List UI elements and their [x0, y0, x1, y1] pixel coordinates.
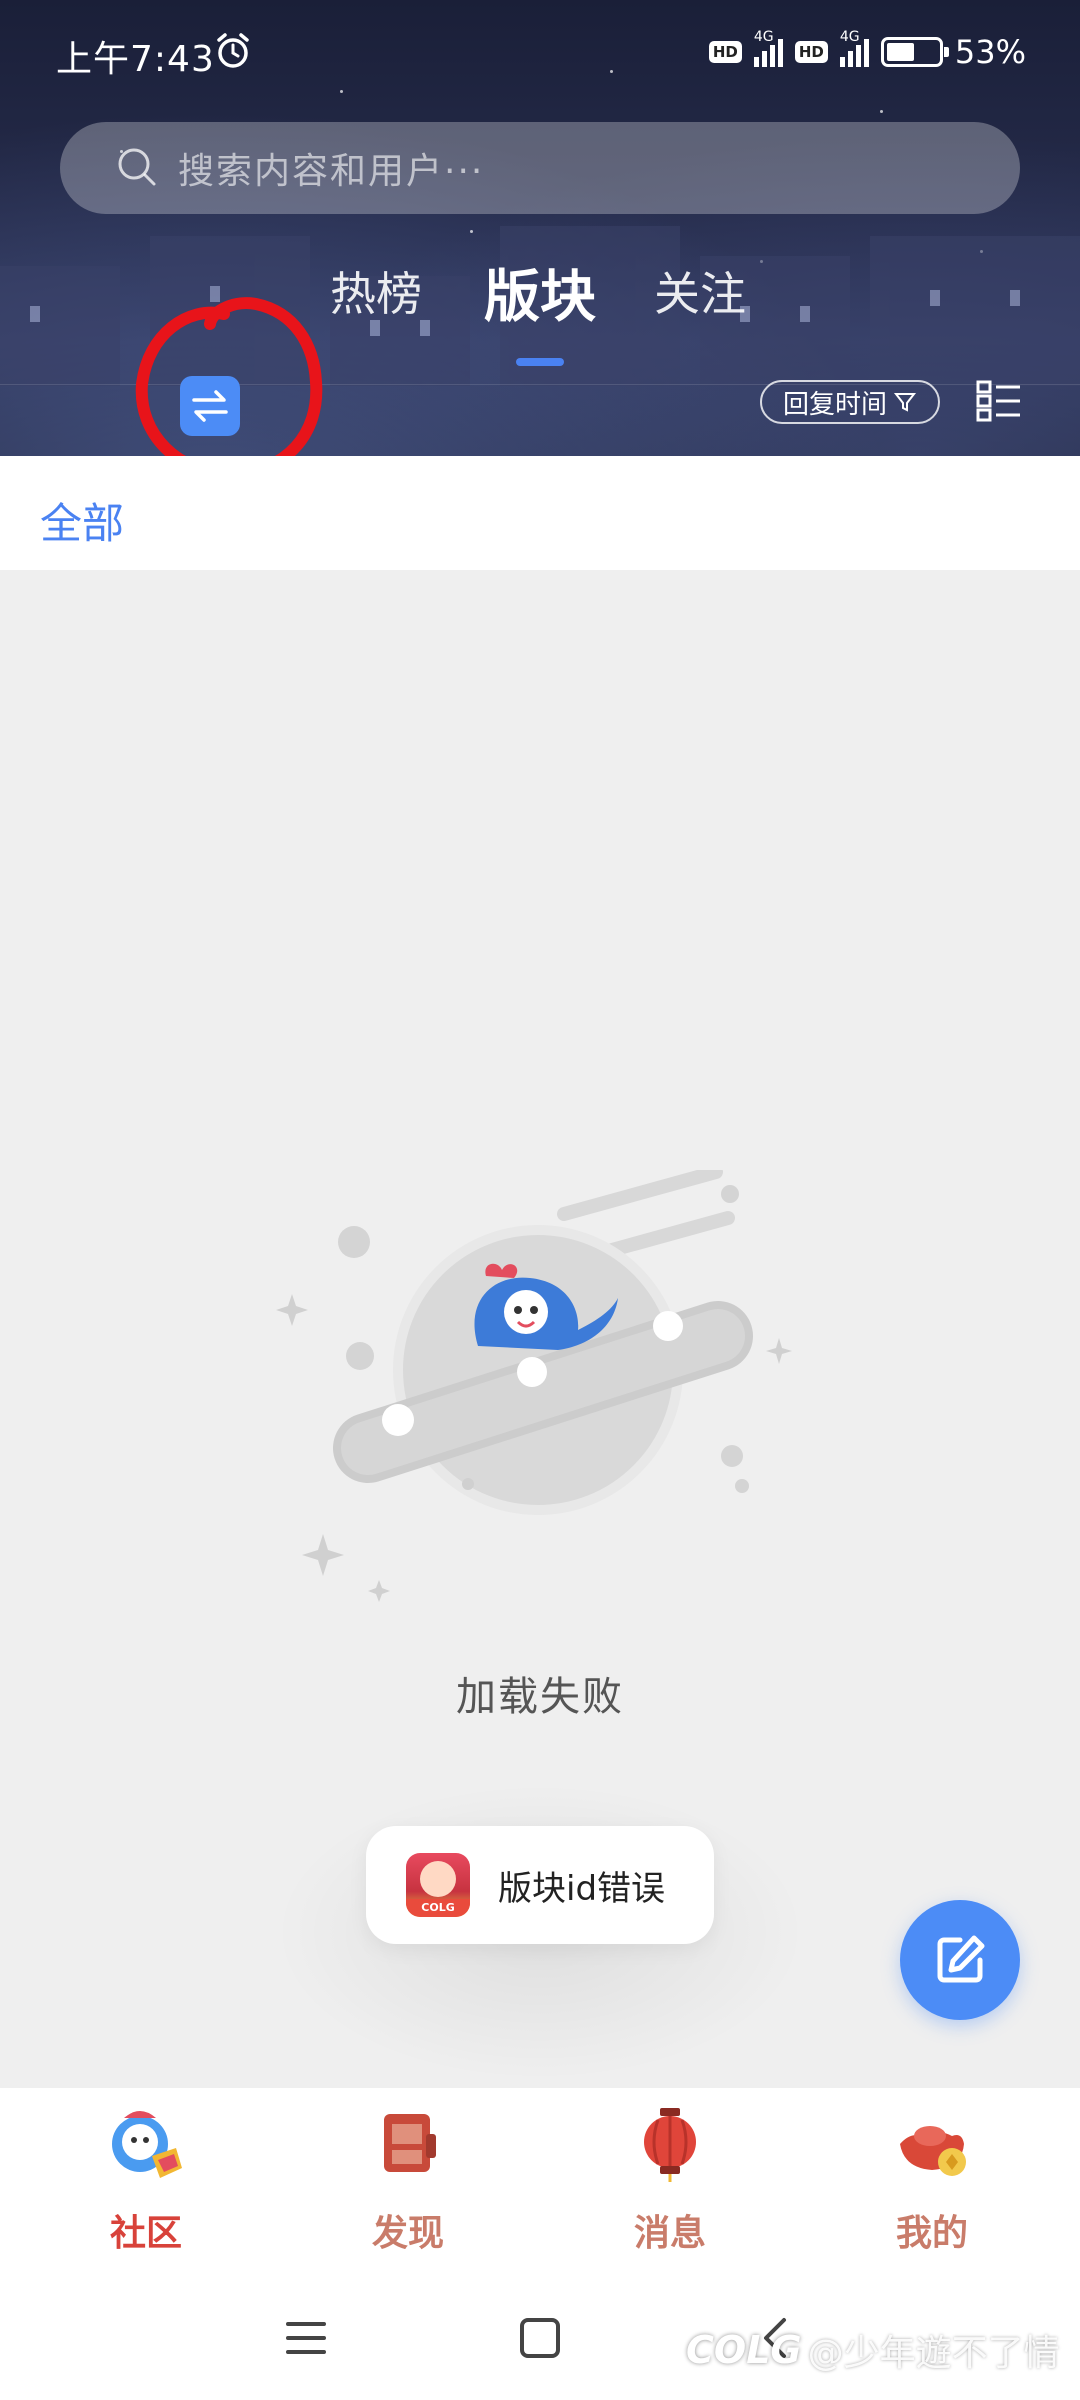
signal-icon: 4G	[753, 29, 783, 67]
hd-badge: HD	[708, 41, 742, 63]
battery-icon	[880, 37, 949, 67]
search-icon	[118, 148, 156, 186]
signal-icon: 4G	[839, 29, 869, 67]
nav-label: 社区	[109, 2213, 182, 2254]
gold-ingot-icon	[900, 2126, 966, 2176]
compose-button[interactable]	[900, 1900, 1020, 2020]
search-placeholder: 搜索内容和用户···	[178, 151, 485, 192]
battery-percent: 53%	[954, 33, 1026, 71]
load-failed-illustration	[276, 1170, 792, 1602]
alarm-icon	[217, 33, 249, 68]
status-time: 上午7:43	[56, 39, 215, 80]
tab-indicator	[516, 358, 564, 366]
discover-icon	[384, 2114, 436, 2172]
category-all[interactable]: 全部	[40, 490, 124, 551]
edit-icon	[937, 1935, 985, 1983]
nav-label: 消息	[633, 2213, 706, 2254]
hd-badge: HD	[794, 41, 828, 63]
nav-messages[interactable]: 消息	[570, 2104, 770, 2274]
nav-profile[interactable]: 我的	[832, 2104, 1032, 2274]
watermark-text: @少年遊不了情	[807, 2333, 1060, 2374]
app-icon: COLG	[406, 1853, 470, 1917]
tab-boards[interactable]: 版块	[484, 252, 596, 333]
nav-label: 发现	[371, 2213, 444, 2254]
lantern-icon	[644, 2108, 696, 2182]
status-bar: 上午7:43 HD 4G HD 4G 53%	[0, 0, 1080, 100]
list-view-icon[interactable]	[976, 380, 1022, 422]
watermark: COLG @少年遊不了情	[686, 2324, 1060, 2376]
filter-icon	[893, 393, 917, 412]
community-mascot-icon	[112, 2111, 182, 2178]
nav-community[interactable]: 社区	[46, 2104, 246, 2274]
nav-discover[interactable]: 发现	[308, 2104, 508, 2274]
tab-hot[interactable]: 热榜	[330, 258, 422, 324]
toast-message: 版块id错误	[498, 1868, 666, 1909]
empty-state-message: 加载失败	[456, 1674, 624, 1720]
toast: COLG 版块id错误	[366, 1826, 714, 1944]
sort-label: 回复时间	[782, 389, 887, 420]
sort-filter-button[interactable]: 回复时间	[760, 380, 940, 424]
status-indicators: HD 4G HD 4G 53%	[708, 29, 1026, 72]
bottom-nav: 社区 发现 消息 我的	[0, 2088, 1080, 2280]
watermark-logo: COLG	[686, 2328, 802, 2372]
menu-icon[interactable]	[286, 2320, 326, 2356]
category-strip: 全部	[0, 456, 1080, 570]
nav-label: 我的	[895, 2213, 968, 2254]
home-icon[interactable]	[520, 2318, 560, 2358]
search-input[interactable]: 搜索内容和用户···	[60, 122, 1020, 214]
system-navigation-bar: COLG @少年遊不了情	[0, 2280, 1080, 2400]
tab-following[interactable]: 关注	[654, 258, 746, 324]
